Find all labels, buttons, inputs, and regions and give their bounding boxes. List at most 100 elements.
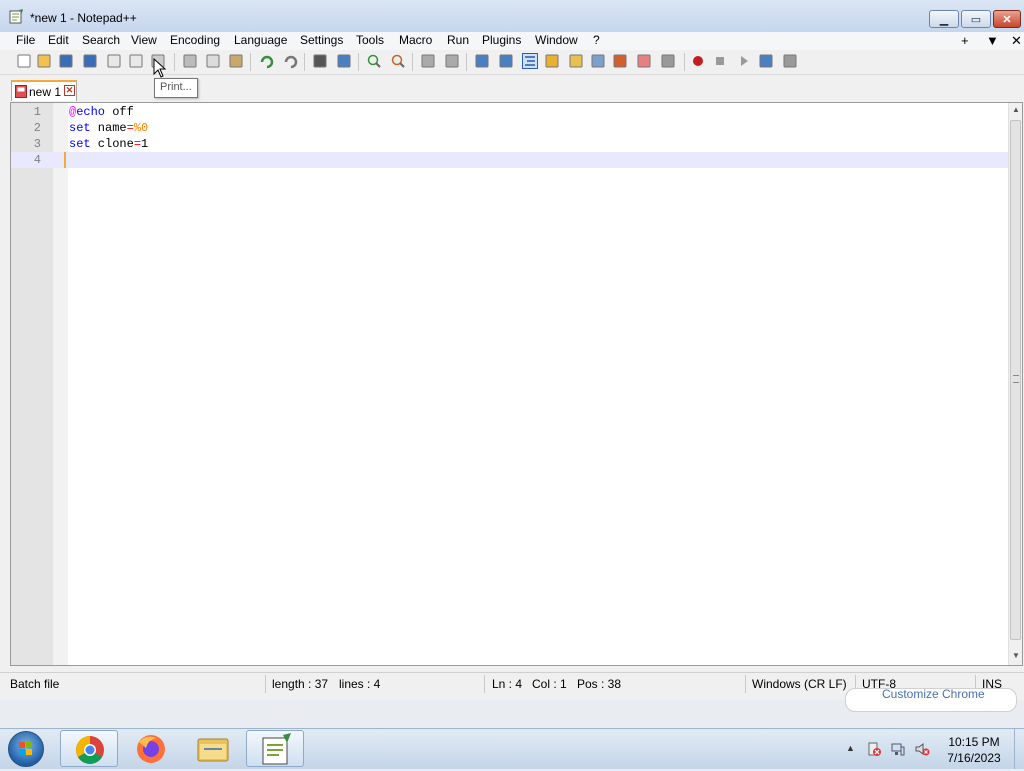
run-multiple-macro-icon[interactable] bbox=[758, 53, 774, 69]
show-hidden-icons-button[interactable]: ▲ bbox=[846, 743, 855, 753]
window-title: *new 1 - Notepad++ bbox=[30, 11, 137, 25]
tab-label: new 1 bbox=[29, 85, 62, 99]
menu-encoding[interactable]: Encoding bbox=[168, 33, 222, 47]
play-macro-icon[interactable] bbox=[736, 53, 752, 69]
firefox-icon bbox=[137, 735, 165, 763]
close-all-icon[interactable] bbox=[128, 53, 144, 69]
menu-settings[interactable]: Settings bbox=[298, 33, 345, 47]
scroll-down-icon[interactable]: ▼ bbox=[1009, 651, 1022, 663]
menu-tools[interactable]: Tools bbox=[354, 33, 386, 47]
taskbar-firefox[interactable] bbox=[122, 730, 180, 767]
minimize-icon: ▁ bbox=[939, 13, 949, 26]
indent-guide-icon[interactable] bbox=[522, 53, 538, 69]
code-token: = bbox=[126, 121, 134, 135]
network-icon[interactable] bbox=[890, 741, 906, 757]
scrollbar-thumb[interactable] bbox=[1010, 120, 1021, 640]
copy-icon[interactable] bbox=[205, 53, 221, 69]
toolbar-separator bbox=[684, 53, 685, 71]
line-number-margin bbox=[11, 103, 53, 665]
menu-edit[interactable]: Edit bbox=[46, 33, 71, 47]
code-line[interactable]: 1 @echo off bbox=[11, 104, 1009, 120]
menu-plugins[interactable]: Plugins bbox=[480, 33, 523, 47]
cut-icon[interactable] bbox=[182, 53, 198, 69]
save-macro-icon[interactable] bbox=[782, 53, 798, 69]
menu-language[interactable]: Language bbox=[232, 33, 289, 47]
close-window-button[interactable]: ✕ bbox=[993, 10, 1021, 28]
menu-bar: File Edit Search View Encoding Language Settin… bbox=[0, 32, 1024, 50]
minimize-button[interactable]: ▁ bbox=[929, 10, 959, 28]
doc-map-icon[interactable] bbox=[568, 53, 584, 69]
menu-search[interactable]: Search bbox=[80, 33, 122, 47]
taskbar-chrome[interactable] bbox=[60, 730, 118, 767]
replace-icon[interactable] bbox=[336, 53, 352, 69]
code-token: clone bbox=[90, 137, 134, 151]
paste-icon[interactable] bbox=[228, 53, 244, 69]
folder-workspace-icon[interactable] bbox=[636, 53, 652, 69]
customize-chrome-popup[interactable]: Customize Chrome bbox=[845, 688, 1017, 712]
tab-close-button[interactable]: ✕ bbox=[64, 85, 75, 96]
open-file-icon[interactable] bbox=[36, 53, 52, 69]
code-line[interactable]: 4 bbox=[11, 152, 1009, 168]
function-list-icon[interactable] bbox=[612, 53, 628, 69]
sync-horizontal-icon[interactable] bbox=[444, 53, 460, 69]
udl-icon[interactable] bbox=[544, 53, 560, 69]
sync-vertical-icon[interactable] bbox=[420, 53, 436, 69]
tab-new-1[interactable]: new 1 ✕ bbox=[11, 80, 77, 101]
stop-macro-icon[interactable] bbox=[712, 53, 728, 69]
menu-macro[interactable]: Macro bbox=[397, 33, 434, 47]
redo-icon[interactable] bbox=[282, 53, 298, 69]
menu-help[interactable]: ? bbox=[591, 33, 602, 47]
editor-area[interactable]: 1 @echo off 2 set name=%0 3 set clone=1 4 ▲ ▼ bbox=[10, 102, 1023, 666]
status-eol[interactable]: Windows (CR LF) bbox=[752, 677, 847, 691]
save-all-icon[interactable] bbox=[82, 53, 98, 69]
toolbar-separator bbox=[174, 53, 175, 71]
toolbar-separator bbox=[412, 53, 413, 71]
show-desktop-button[interactable] bbox=[1014, 729, 1024, 769]
record-macro-icon[interactable] bbox=[690, 53, 706, 69]
show-all-chars-icon[interactable] bbox=[498, 53, 514, 69]
doc-list-icon[interactable] bbox=[590, 53, 606, 69]
vertical-scrollbar[interactable]: ▲ ▼ bbox=[1008, 103, 1022, 665]
save-icon[interactable] bbox=[58, 53, 74, 69]
maximize-button[interactable]: ▭ bbox=[961, 10, 991, 28]
menu-tab-list-button[interactable]: ▼ bbox=[986, 33, 999, 48]
new-file-icon[interactable] bbox=[16, 53, 32, 69]
volume-muted-icon[interactable] bbox=[914, 741, 930, 757]
code-token: %0 bbox=[133, 121, 149, 135]
code-token: off bbox=[105, 105, 134, 119]
chrome-icon bbox=[76, 736, 104, 764]
zoom-in-icon[interactable] bbox=[366, 53, 382, 69]
code-token: echo bbox=[76, 105, 106, 119]
title-bar[interactable]: *new 1 - Notepad++ ▁ ▭ ✕ bbox=[0, 0, 1024, 33]
menu-file[interactable]: File bbox=[14, 33, 37, 47]
zoom-out-icon[interactable] bbox=[390, 53, 406, 69]
scroll-up-icon[interactable]: ▲ bbox=[1009, 105, 1022, 117]
menu-view[interactable]: View bbox=[129, 33, 159, 47]
taskbar-file-explorer[interactable] bbox=[184, 730, 242, 767]
menu-close-doc-button[interactable]: ✕ bbox=[1011, 33, 1022, 49]
word-wrap-icon[interactable] bbox=[474, 53, 490, 69]
start-button[interactable] bbox=[8, 731, 44, 767]
taskbar-notepadpp[interactable] bbox=[246, 730, 304, 767]
close-icon[interactable] bbox=[106, 53, 122, 69]
undo-icon[interactable] bbox=[258, 53, 274, 69]
customize-chrome-label: Customize Chrome bbox=[882, 688, 985, 701]
fold-margin[interactable] bbox=[53, 103, 68, 665]
find-icon[interactable] bbox=[312, 53, 328, 69]
code-token: 1 bbox=[141, 137, 149, 151]
line-number: 3 bbox=[33, 137, 41, 151]
taskbar: ▲ 10:15 PM 7/16/2023 bbox=[0, 728, 1024, 769]
monitoring-icon[interactable] bbox=[660, 53, 676, 69]
windows-logo-icon bbox=[19, 742, 32, 755]
action-center-icon[interactable] bbox=[866, 741, 882, 757]
code-line[interactable]: 2 set name=%0 bbox=[11, 120, 1009, 136]
line-number: 2 bbox=[33, 121, 41, 135]
menu-window[interactable]: Window bbox=[533, 33, 580, 47]
clock-date[interactable]: 7/16/2023 bbox=[944, 751, 1004, 765]
menu-run[interactable]: Run bbox=[445, 33, 471, 47]
clock-time[interactable]: 10:15 PM bbox=[944, 735, 1004, 749]
line-code: set clone=1 bbox=[69, 136, 148, 152]
status-pos: Pos : 38 bbox=[577, 677, 622, 691]
code-line[interactable]: 3 set clone=1 bbox=[11, 136, 1009, 152]
menu-new-tab-button[interactable]: + bbox=[961, 33, 969, 48]
